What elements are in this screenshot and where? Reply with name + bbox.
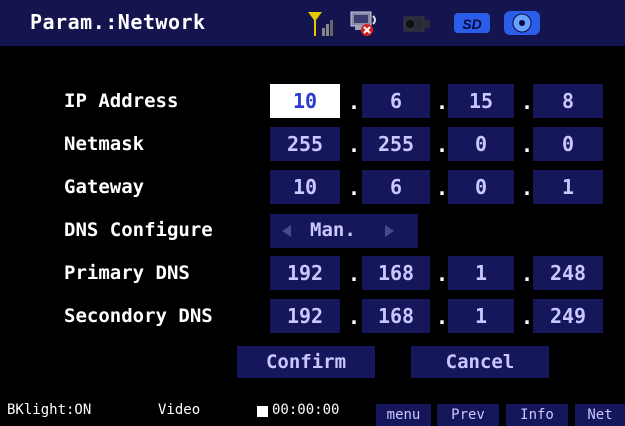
sd-label: SD <box>462 16 481 32</box>
softkey-net[interactable]: Net <box>575 404 625 426</box>
secondary-dns-octet-2[interactable]: 168 <box>362 299 430 333</box>
separator: . <box>436 262 449 286</box>
gateway-label: Gateway <box>64 176 145 198</box>
secondary-dns-octet-1[interactable]: 192 <box>270 299 340 333</box>
netmask-label: Netmask <box>64 133 145 155</box>
separator: . <box>521 305 534 329</box>
signal-icon <box>308 12 333 36</box>
separator: . <box>436 90 449 114</box>
ip-octet-3[interactable]: 15 <box>448 84 514 118</box>
gateway-octet-2[interactable]: 6 <box>362 170 430 204</box>
softkey-prev[interactable]: Prev <box>437 404 499 426</box>
arrow-right-icon[interactable] <box>384 225 394 237</box>
ip-octet-4[interactable]: 8 <box>533 84 603 118</box>
separator: . <box>436 305 449 329</box>
dns-configure-label: DNS Configure <box>64 219 213 241</box>
separator: . <box>348 262 361 286</box>
separator: . <box>521 176 534 200</box>
secondary-dns-octet-4[interactable]: 249 <box>533 299 603 333</box>
netmask-octet-1[interactable]: 255 <box>270 127 340 161</box>
separator: . <box>348 133 361 157</box>
record-indicator-icon <box>257 406 268 417</box>
dns-configure-selector[interactable]: Man. <box>270 214 418 248</box>
disc-icon <box>504 11 540 35</box>
camera-icon <box>403 16 430 32</box>
primary-dns-label: Primary DNS <box>64 262 190 284</box>
netmask-octet-4[interactable]: 0 <box>533 127 603 161</box>
ip-octet-1[interactable]: 10 <box>270 84 340 118</box>
ip-octet-2[interactable]: 6 <box>362 84 430 118</box>
sd-card-icon: SD <box>454 13 490 33</box>
softkey-info[interactable]: Info <box>506 404 568 426</box>
netmask-octet-2[interactable]: 255 <box>362 127 430 161</box>
secondary-dns-label: Secondory DNS <box>64 305 213 327</box>
softkey-menu[interactable]: menu <box>376 404 431 426</box>
separator: . <box>348 90 361 114</box>
separator: . <box>348 176 361 200</box>
page-title: Param.:Network <box>30 10 206 34</box>
separator: . <box>521 90 534 114</box>
primary-dns-octet-1[interactable]: 192 <box>270 256 340 290</box>
netmask-octet-3[interactable]: 0 <box>448 127 514 161</box>
secondary-dns-octet-3[interactable]: 1 <box>448 299 514 333</box>
title-bar: Param.:Network SD <box>0 0 625 46</box>
timer: 00:00:00 <box>272 402 340 418</box>
separator: . <box>521 262 534 286</box>
separator: . <box>348 305 361 329</box>
primary-dns-octet-3[interactable]: 1 <box>448 256 514 290</box>
backlight-status: BKlight:ON <box>7 402 92 418</box>
ip-address-label: IP Address <box>64 90 179 112</box>
video-label: Video <box>158 402 201 418</box>
gateway-octet-1[interactable]: 10 <box>270 170 340 204</box>
separator: . <box>436 176 449 200</box>
primary-dns-octet-2[interactable]: 168 <box>362 256 430 290</box>
primary-dns-octet-4[interactable]: 248 <box>533 256 603 290</box>
separator: . <box>521 133 534 157</box>
display-muted-icon <box>350 11 376 36</box>
separator: . <box>436 133 449 157</box>
arrow-left-icon[interactable] <box>282 225 292 237</box>
dns-configure-value: Man. <box>310 219 356 241</box>
gateway-octet-3[interactable]: 0 <box>448 170 514 204</box>
cancel-button[interactable]: Cancel <box>411 346 549 378</box>
gateway-octet-4[interactable]: 1 <box>533 170 603 204</box>
confirm-button[interactable]: Confirm <box>237 346 375 378</box>
